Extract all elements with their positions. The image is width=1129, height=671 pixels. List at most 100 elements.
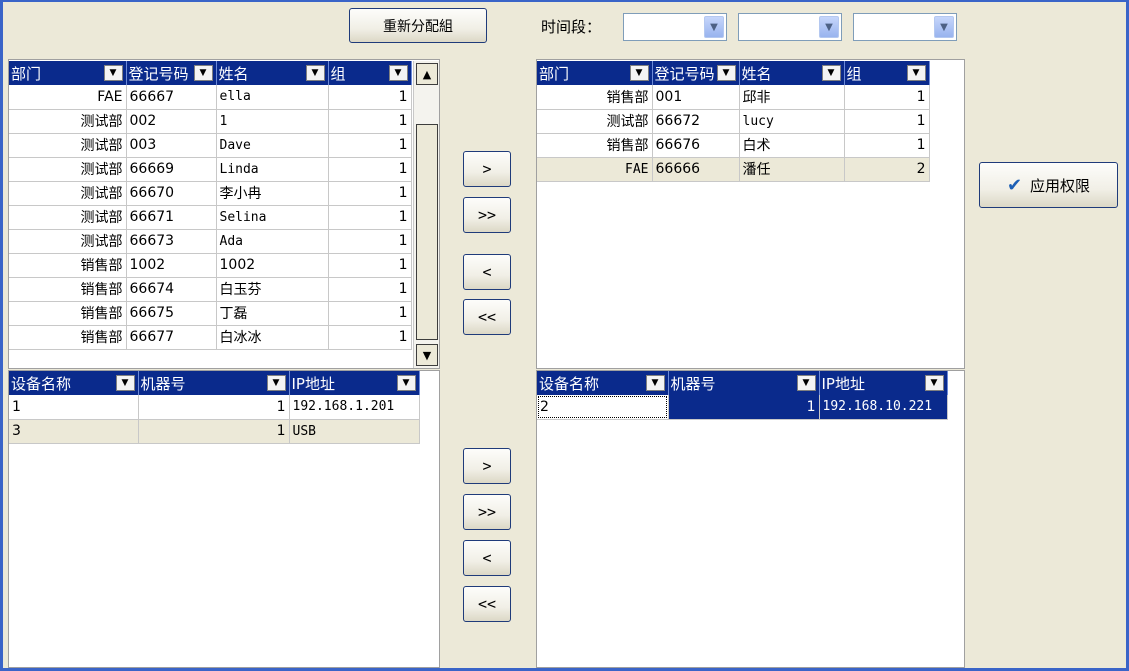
col-device-name[interactable]: 设备名称 ▼ [9,371,139,395]
cell-group: 1 [844,109,930,134]
dropdown-icon[interactable]: ▼ [266,375,286,391]
table-row-selected[interactable]: 2 1 192.168.10.221 [537,395,948,420]
table-row[interactable]: 3 1 USB [9,419,420,444]
vertical-scrollbar[interactable]: ▲ ▼ [413,61,439,368]
cell-regno: 66674 [126,277,217,302]
col-machine-no[interactable]: 机器号 ▼ [138,371,290,395]
col-regno-label: 登记号码 [128,64,189,83]
cell-name: 李小冉 [216,181,329,206]
col-ip[interactable]: IP地址 ▼ [289,371,420,395]
cell-machine-no: 1 [138,395,290,420]
col-name[interactable]: 姓名 ▼ [739,61,845,85]
table-row[interactable]: 销售部 66676 白术 1 [537,133,930,158]
time-start-combo[interactable]: ▼ [623,13,727,41]
table-row[interactable]: 销售部 66677 白冰冰 1 [9,325,412,350]
col-name[interactable]: 姓名 ▼ [216,61,329,85]
cell-regno: 001 [652,85,740,110]
table-row[interactable]: FAE 66667 ella 1 [9,85,412,110]
cell-group: 1 [328,229,412,254]
dropdown-icon[interactable]: ▼ [821,65,841,81]
time-mid-combo[interactable]: ▼ [738,13,842,41]
cell-name: 丁磊 [216,301,329,326]
cell-device-name: 2 [537,395,669,420]
table-row[interactable]: FAE 66666 潘任 2 [537,157,930,182]
table-row[interactable]: 销售部 1002 1002 1 [9,253,412,278]
dropdown-icon[interactable]: ▼ [716,65,736,81]
col-device-name[interactable]: 设备名称 ▼ [537,371,669,395]
scroll-thumb[interactable] [416,124,438,340]
table-row[interactable]: 测试部 66671 Selina 1 [9,205,412,230]
col-regno[interactable]: 登记号码 ▼ [126,61,217,85]
time-end-combo[interactable]: ▼ [853,13,957,41]
dropdown-icon[interactable]: ▼ [305,65,325,81]
table-row[interactable]: 测试部 002 1 1 [9,109,412,134]
col-device-name-label: 设备名称 [11,374,72,393]
dropdown-icon[interactable]: ▼ [193,65,213,81]
regroup-button[interactable]: 重新分配組 [349,8,487,43]
apply-permissions-button[interactable]: ✔ 应用权限 [979,162,1118,208]
col-group[interactable]: 组 ▼ [844,61,930,85]
dropdown-icon[interactable]: ▼ [796,375,816,391]
scroll-up-icon[interactable]: ▲ [416,63,438,85]
time-period-label: 时间段： [541,18,602,36]
dropdown-icon[interactable]: ▼ [924,375,944,391]
chevron-down-icon[interactable]: ▼ [934,16,954,38]
table-row[interactable]: 测试部 66670 李小冉 1 [9,181,412,206]
cell-ip: 192.168.10.221 [819,395,948,420]
add-all-devices-button[interactable]: >> [463,494,511,530]
col-dept[interactable]: 部门 ▼ [9,61,127,85]
scroll-down-icon[interactable]: ▼ [416,344,438,366]
add-all-users-button[interactable]: >> [463,197,511,233]
cell-dept: 测试部 [9,205,127,230]
cell-name: 1 [216,109,329,134]
cell-group: 1 [328,181,412,206]
col-ip-label: IP地址 [821,374,865,393]
col-machine-no[interactable]: 机器号 ▼ [668,371,820,395]
cell-group: 1 [328,205,412,230]
remove-user-button[interactable]: < [463,254,511,290]
remove-device-button[interactable]: < [463,540,511,576]
cell-machine-no: 1 [668,395,820,420]
cell-device-name: 1 [9,395,139,420]
col-ip[interactable]: IP地址 ▼ [819,371,948,395]
cell-regno: 66676 [652,133,740,158]
dropdown-icon[interactable]: ▼ [388,65,408,81]
table-row[interactable]: 销售部 66675 丁磊 1 [9,301,412,326]
chevron-down-icon[interactable]: ▼ [704,16,724,38]
cell-dept: 测试部 [9,157,127,182]
cell-regno: 1002 [126,253,217,278]
cell-name: 潘任 [739,157,845,182]
dropdown-icon[interactable]: ▼ [906,65,926,81]
cell-regno: 66671 [126,205,217,230]
table-row[interactable]: 销售部 001 邱非 1 [537,85,930,110]
cell-name: ella [216,85,329,110]
dropdown-icon[interactable]: ▼ [115,375,135,391]
table-row[interactable]: 测试部 66672 lucy 1 [537,109,930,134]
col-group[interactable]: 组 ▼ [328,61,412,85]
cell-ip: 192.168.1.201 [289,395,420,420]
main-window: 重新分配組 时间段： ▼ ▼ ▼ 部门 ▼ 登记号码 ▼ 姓名 ▼ 组 ▼ FAE 666… [0,0,1129,671]
cell-regno: 66666 [652,157,740,182]
col-regno[interactable]: 登记号码 ▼ [652,61,740,85]
dropdown-icon[interactable]: ▼ [396,375,416,391]
table-row[interactable]: 测试部 003 Dave 1 [9,133,412,158]
add-device-button[interactable]: > [463,448,511,484]
table-row[interactable]: 销售部 66674 白玉芬 1 [9,277,412,302]
cell-group: 1 [328,157,412,182]
remove-all-devices-button[interactable]: << [463,586,511,622]
cell-dept: 测试部 [9,229,127,254]
table-row[interactable]: 1 1 192.168.1.201 [9,395,420,420]
table-row[interactable]: 测试部 66669 Linda 1 [9,157,412,182]
add-user-button[interactable]: > [463,151,511,187]
table-row[interactable]: 测试部 66673 Ada 1 [9,229,412,254]
remove-all-users-button[interactable]: << [463,299,511,335]
dropdown-icon[interactable]: ▼ [629,65,649,81]
remove-all-users-label: << [477,308,497,326]
cell-dept: 测试部 [9,133,127,158]
chevron-down-icon[interactable]: ▼ [819,16,839,38]
col-dept[interactable]: 部门 ▼ [537,61,653,85]
dropdown-icon[interactable]: ▼ [103,65,123,81]
cell-dept: 销售部 [537,85,653,110]
dropdown-icon[interactable]: ▼ [645,375,665,391]
col-group-label: 组 [330,64,346,83]
